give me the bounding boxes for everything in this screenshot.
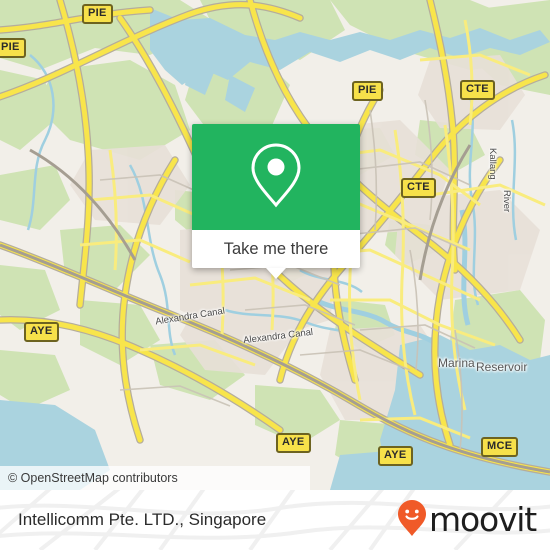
map-label-river: River	[501, 190, 512, 213]
moovit-logo[interactable]: moovit	[397, 499, 537, 542]
road-shield-pie-3: PIE	[352, 81, 383, 101]
popup-header	[192, 124, 360, 230]
road-shield-cte-2: CTE	[401, 178, 436, 198]
moovit-wordmark: moovit	[429, 500, 537, 539]
bottom-bar: Intellicomm Pte. LTD., Singapore moovit	[0, 490, 550, 550]
road-shield-aye-3: AYE	[378, 446, 413, 466]
popup-pointer-triangle	[266, 268, 286, 279]
map-label-marina: Marina	[438, 356, 475, 370]
map-attribution[interactable]: © OpenStreetMap contributors	[0, 466, 310, 490]
location-caption: Intellicomm Pte. LTD., Singapore	[18, 510, 267, 529]
moovit-map-screenshot: PIE PIE PIE CTE CTE AYE AYE AYE MCE Alex…	[0, 0, 550, 550]
popup-footer[interactable]: Take me there	[192, 230, 360, 279]
map-label-kallang: Kallang	[487, 148, 498, 180]
location-popup-card[interactable]: Take me there	[192, 124, 360, 279]
take-me-there-button[interactable]: Take me there	[224, 240, 329, 259]
road-shield-pie-2: PIE	[0, 38, 26, 58]
road-shield-aye-2: AYE	[276, 433, 311, 453]
road-shield-cte-1: CTE	[460, 80, 495, 100]
moovit-smiley-pin-icon	[397, 499, 427, 542]
road-shield-pie-1: PIE	[82, 4, 113, 24]
location-pin-icon	[250, 142, 302, 213]
road-shield-aye-1: AYE	[24, 322, 59, 342]
road-shield-mce: MCE	[481, 437, 519, 457]
attribution-text: © OpenStreetMap contributors	[8, 471, 178, 485]
map-label-reservoir: Reservoir	[476, 360, 528, 374]
